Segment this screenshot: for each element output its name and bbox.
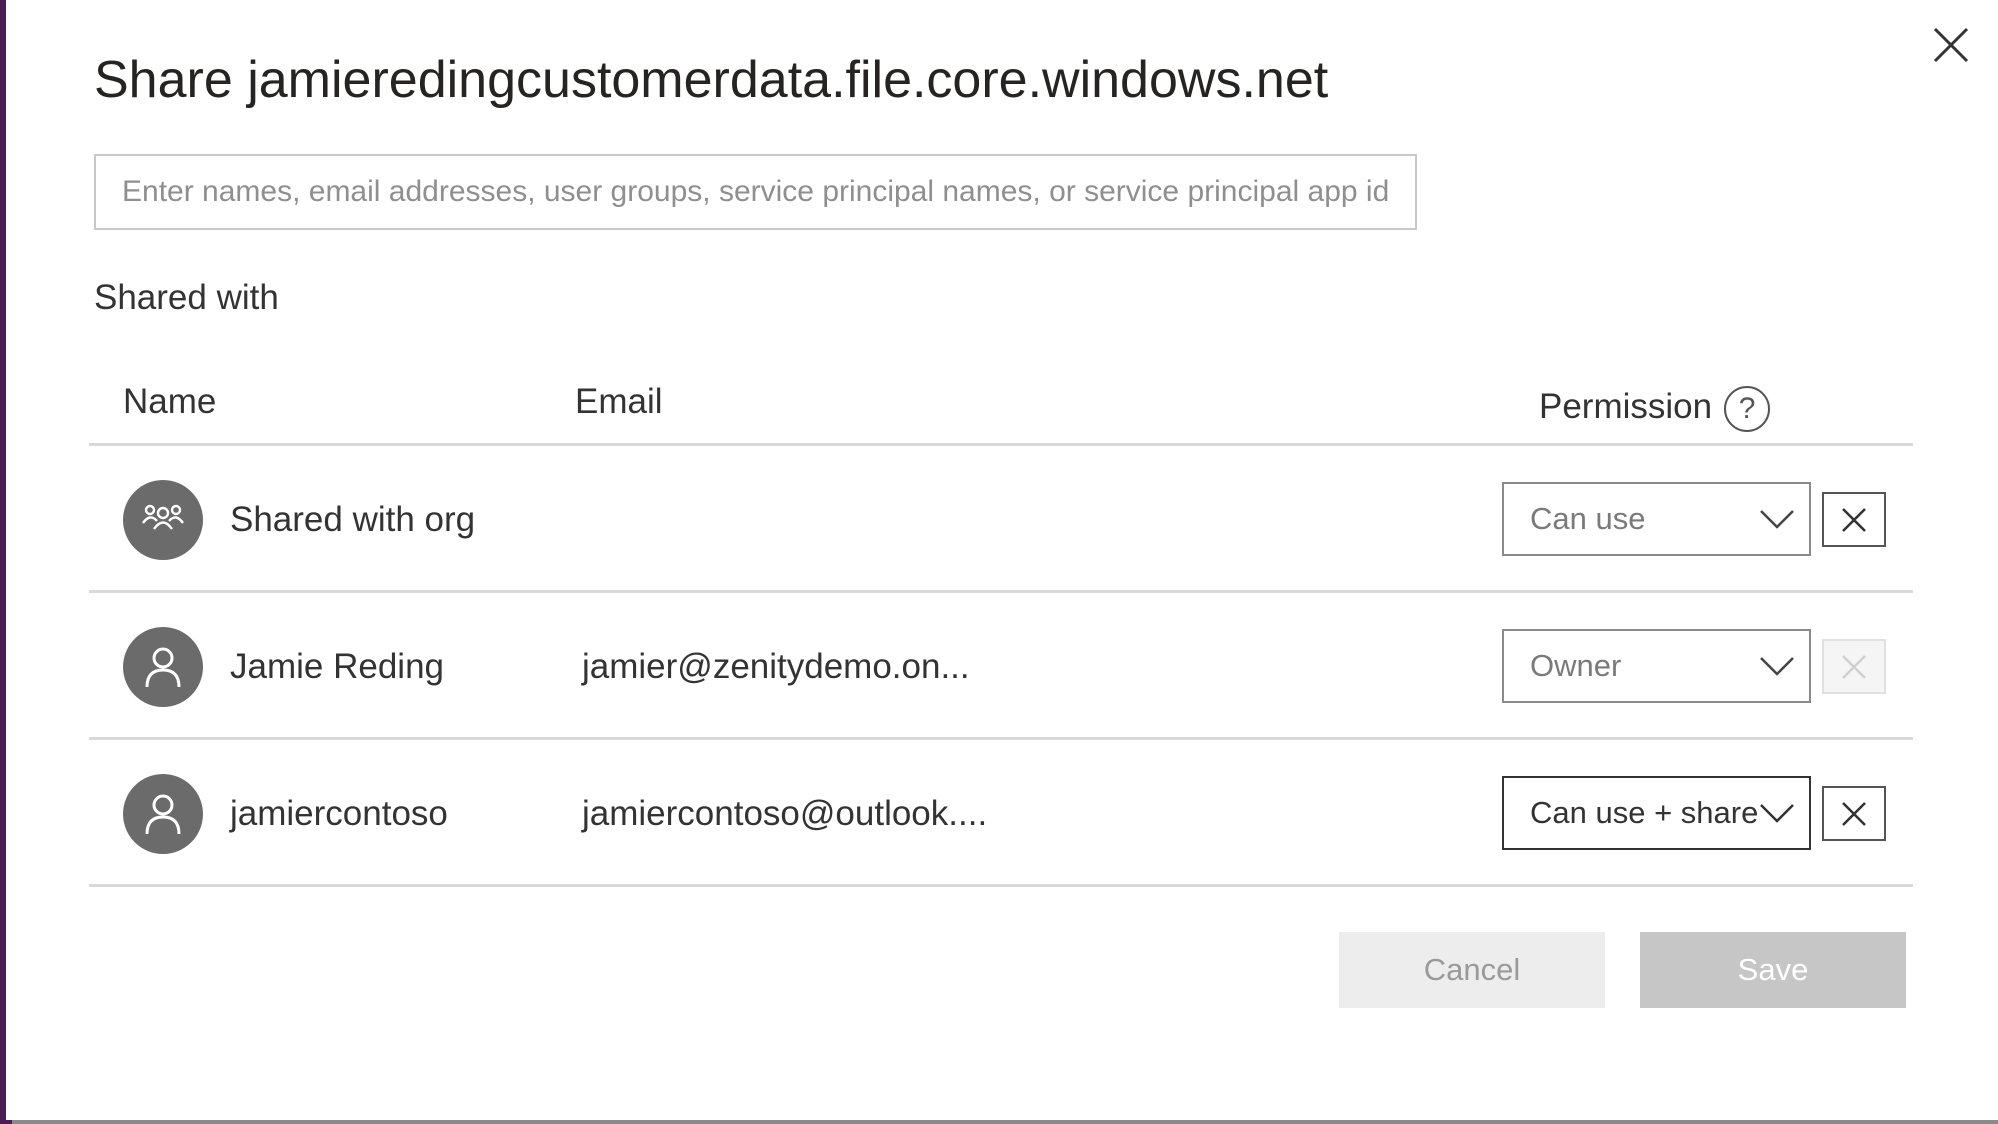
row-name: jamiercontoso bbox=[230, 794, 448, 833]
permission-dropdown[interactable]: Owner bbox=[1502, 629, 1811, 703]
close-icon bbox=[1842, 801, 1866, 826]
permission-value: Can use + share bbox=[1530, 795, 1759, 830]
help-icon[interactable]: ? bbox=[1724, 386, 1771, 432]
permission-value: Can use bbox=[1530, 501, 1646, 536]
row-name: Jamie Reding bbox=[230, 647, 444, 686]
avatar bbox=[123, 774, 203, 854]
remove-share-button[interactable] bbox=[1822, 492, 1886, 547]
person-icon bbox=[145, 647, 181, 688]
save-button[interactable]: Save bbox=[1640, 932, 1906, 1008]
permission-header-label: Permission bbox=[1539, 387, 1713, 426]
row-name: Shared with org bbox=[230, 500, 476, 539]
row-email: jamiercontoso@outlook.... bbox=[582, 794, 988, 833]
chevron-down-icon bbox=[1760, 657, 1794, 676]
table-row: Jamie Reding jamier@zenitydemo.on... Own… bbox=[89, 593, 1913, 740]
cancel-button[interactable]: Cancel bbox=[1339, 932, 1605, 1008]
close-dialog-button[interactable] bbox=[1926, 20, 1976, 70]
dialog-title: Share jamieredingcustomerdata.file.core.… bbox=[94, 51, 1329, 109]
table-header: Name Email Permission ? bbox=[89, 370, 1913, 446]
row-email: jamier@zenitydemo.on... bbox=[582, 647, 970, 686]
table-row: jamiercontoso jamiercontoso@outlook.... … bbox=[89, 740, 1913, 887]
table-row: Shared with org Can use bbox=[89, 446, 1913, 593]
share-dialog: Share jamieredingcustomerdata.file.core.… bbox=[6, 0, 1998, 1120]
avatar bbox=[123, 480, 203, 560]
column-header-name: Name bbox=[123, 382, 217, 421]
chevron-down-icon bbox=[1760, 510, 1794, 529]
close-icon bbox=[1842, 654, 1866, 679]
shared-with-table: Name Email Permission ? Shared with org … bbox=[89, 370, 1913, 887]
chevron-down-icon bbox=[1760, 804, 1794, 823]
permission-dropdown[interactable]: Can use bbox=[1502, 482, 1811, 556]
remove-share-button[interactable] bbox=[1822, 786, 1886, 841]
close-icon bbox=[1842, 507, 1866, 532]
close-icon bbox=[1933, 27, 1969, 63]
person-icon bbox=[145, 794, 181, 835]
column-header-email: Email bbox=[575, 382, 663, 421]
avatar bbox=[123, 627, 203, 707]
share-search-input[interactable] bbox=[94, 154, 1417, 230]
group-icon bbox=[142, 504, 184, 530]
permission-dropdown[interactable]: Can use + share bbox=[1502, 776, 1811, 850]
shared-with-label: Shared with bbox=[94, 278, 279, 317]
column-header-permission: Permission ? bbox=[1539, 382, 1771, 432]
permission-value: Owner bbox=[1530, 648, 1622, 683]
remove-share-button-disabled bbox=[1822, 639, 1886, 694]
